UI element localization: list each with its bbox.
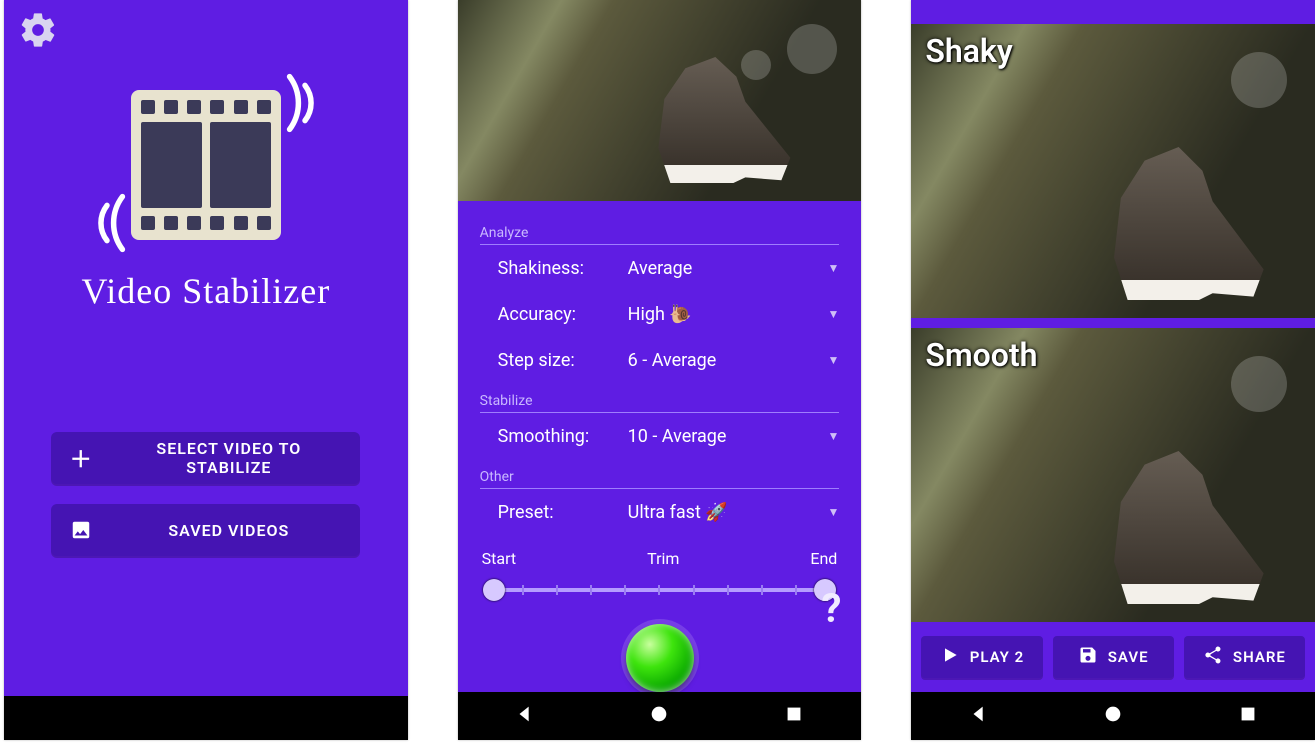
shake-waves-right-icon <box>283 70 327 140</box>
trim-slider[interactable] <box>480 574 840 606</box>
shake-waves-left-icon <box>85 190 129 260</box>
section-stabilize: Stabilize <box>480 393 840 413</box>
chevron-down-icon: ▼ <box>821 353 839 367</box>
shaky-label: Shaky <box>925 32 1012 70</box>
share-label: SHARE <box>1233 648 1286 666</box>
preset-dropdown[interactable]: Preset: Ultra fast 🚀 ▼ <box>480 489 840 535</box>
share-icon <box>1203 645 1223 669</box>
image-icon <box>69 519 93 541</box>
home-screen: Video Stabilizer ＋ SELECT VIDEO TO STABI… <box>4 0 408 740</box>
android-navbar <box>911 692 1315 740</box>
trim-label: Trim <box>647 549 679 568</box>
save-label: SAVE <box>1108 648 1149 666</box>
plus-icon: ＋ <box>69 442 93 474</box>
chevron-down-icon: ▼ <box>821 429 839 443</box>
play-label: PLAY 2 <box>970 648 1025 666</box>
saved-videos-button[interactable]: SAVED VIDEOS <box>51 504 360 556</box>
shakiness-dropdown[interactable]: Shakiness: Average ▼ <box>480 245 840 291</box>
chevron-down-icon: ▼ <box>821 261 839 275</box>
settings-button[interactable] <box>18 10 58 54</box>
save-icon <box>1078 645 1098 669</box>
nav-back-icon[interactable] <box>968 703 990 730</box>
start-button[interactable] <box>626 624 694 692</box>
compare-screen: Shaky Smooth PLAY 2 SAVE SHARE <box>911 0 1315 740</box>
trim-start-label: Start <box>482 549 516 568</box>
stepsize-label: Step size: <box>498 350 628 371</box>
save-button[interactable]: SAVE <box>1053 636 1174 678</box>
smoothing-dropdown[interactable]: Smoothing: 10 - Average ▼ <box>480 413 840 459</box>
stepsize-value: 6 - Average <box>628 350 822 371</box>
preset-value: Ultra fast 🚀 <box>628 502 822 523</box>
share-button[interactable]: SHARE <box>1184 636 1305 678</box>
settings-screen: Analyze Shakiness: Average ▼ Accuracy: H… <box>458 0 862 740</box>
gear-icon <box>18 35 58 54</box>
android-navbar <box>458 692 862 740</box>
play-icon <box>940 645 960 669</box>
shakiness-label: Shakiness: <box>498 258 628 279</box>
select-video-label: SELECT VIDEO TO STABILIZE <box>115 439 342 477</box>
smoothing-value: 10 - Average <box>628 426 822 447</box>
accuracy-label: Accuracy: <box>498 304 628 325</box>
help-button[interactable]: ? <box>821 585 841 632</box>
video-preview[interactable] <box>458 0 862 201</box>
preset-label: Preset: <box>498 502 628 523</box>
trim-end-label: End <box>810 549 837 568</box>
app-logo <box>85 90 327 240</box>
nav-home-icon[interactable] <box>648 703 670 730</box>
nav-home-icon[interactable] <box>1102 703 1124 730</box>
app-title: Video Stabilizer <box>81 270 330 312</box>
android-navbar <box>4 696 408 740</box>
saved-videos-label: SAVED VIDEOS <box>115 521 342 540</box>
nav-recent-icon[interactable] <box>1237 703 1259 730</box>
shakiness-value: Average <box>628 258 822 279</box>
select-video-button[interactable]: ＋ SELECT VIDEO TO STABILIZE <box>51 432 360 484</box>
shaky-preview[interactable]: Shaky <box>911 24 1315 318</box>
film-icon <box>131 90 281 240</box>
chevron-down-icon: ▼ <box>821 307 839 321</box>
accuracy-dropdown[interactable]: Accuracy: High 🐌 ▼ <box>480 291 840 337</box>
nav-recent-icon[interactable] <box>783 703 805 730</box>
accuracy-value: High 🐌 <box>628 304 822 325</box>
chevron-down-icon: ▼ <box>821 505 839 519</box>
smooth-preview[interactable]: Smooth <box>911 328 1315 622</box>
section-other: Other <box>480 469 840 489</box>
section-analyze: Analyze <box>480 225 840 245</box>
smooth-label: Smooth <box>925 336 1037 374</box>
nav-back-icon[interactable] <box>514 703 536 730</box>
stepsize-dropdown[interactable]: Step size: 6 - Average ▼ <box>480 337 840 383</box>
play-button[interactable]: PLAY 2 <box>921 636 1042 678</box>
smoothing-label: Smoothing: <box>498 426 628 447</box>
trim-start-thumb[interactable] <box>483 579 505 601</box>
